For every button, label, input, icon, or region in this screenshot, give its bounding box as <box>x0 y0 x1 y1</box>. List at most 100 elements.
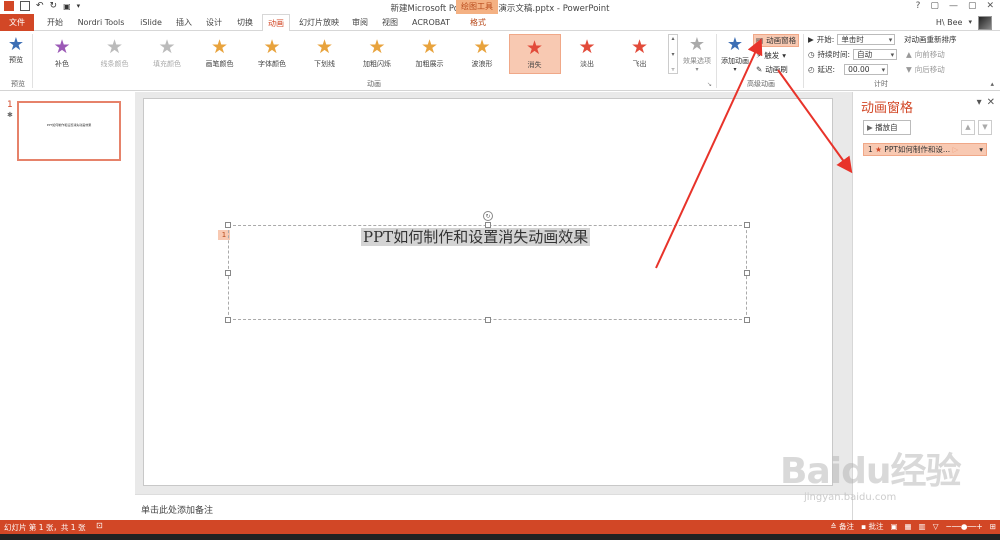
animation-option[interactable]: ★ 飞出 <box>614 34 666 74</box>
tab-acrobat[interactable]: ACROBAT <box>408 14 454 31</box>
divider <box>32 34 33 88</box>
pane-options-icon[interactable]: ▾ <box>977 97 982 108</box>
slide-sorter-icon[interactable]: ▦ <box>905 522 912 531</box>
start-select[interactable]: 单击时 <box>837 34 896 45</box>
play-from-button[interactable]: ▶ 播放自 <box>863 120 911 135</box>
rotate-handle-icon[interactable]: ↻ <box>483 211 493 221</box>
reading-view-icon[interactable]: ▥ <box>919 522 926 531</box>
language-icon[interactable]: ⊡ <box>96 521 103 530</box>
notes-toggle-label: 备注 <box>838 522 854 531</box>
trigger-button[interactable]: ⚡ 触发 ▾ <box>756 50 786 61</box>
move-down-button[interactable]: ▼ <box>978 120 992 135</box>
animation-option[interactable]: ★ 淡出 <box>561 34 613 74</box>
animation-list-item[interactable]: 1 ★ PPT如何制作和设... ▷ ▾ <box>863 143 987 156</box>
animation-option[interactable]: ★ 补色 <box>36 34 88 74</box>
trigger-icon: ⚡ <box>756 51 762 60</box>
scroll-up-icon[interactable]: ▴ <box>669 35 677 42</box>
gallery-scroll[interactable]: ▴ ▾ ▿ <box>668 34 678 74</box>
close-button[interactable]: ✕ <box>986 1 994 11</box>
resize-handle[interactable] <box>744 270 750 276</box>
tab-transitions[interactable]: 切换 <box>230 14 260 31</box>
help-button[interactable]: ? <box>916 1 921 11</box>
slideshow-view-icon[interactable]: ▽ <box>933 522 939 531</box>
move-earlier-button[interactable]: ▲ 向前移动 <box>906 49 945 60</box>
entry-text: PPT如何制作和设... <box>884 145 951 154</box>
move-up-button[interactable]: ▲ <box>961 120 975 135</box>
avatar[interactable] <box>978 15 992 30</box>
animation-option[interactable]: ★ 字体颜色 <box>246 34 298 74</box>
scroll-down-icon[interactable]: ▾ <box>669 51 677 58</box>
duration-field[interactable]: 自动 <box>853 49 898 60</box>
group-label-animation: 动画 <box>367 80 381 88</box>
animation-option[interactable]: ★ 消失 <box>508 34 561 74</box>
ribbon-tabs: 文件 开始 Nordri Tools iSlide 插入 设计 切换 动画 幻灯… <box>0 14 1000 32</box>
tab-insert[interactable]: 插入 <box>170 14 198 31</box>
tab-animations[interactable]: 动画 <box>262 14 290 32</box>
effect-options-button[interactable]: ★ 效果选项 ▾ <box>680 34 714 78</box>
resize-handle[interactable] <box>485 317 491 323</box>
delay-icon: ◴ <box>808 65 815 74</box>
fit-to-window-icon[interactable]: ⊞ <box>990 522 996 531</box>
slide-title-text[interactable]: PPT如何制作和设置消失动画效果 <box>361 228 591 246</box>
tab-nordri-tools[interactable]: Nordri Tools <box>72 14 130 31</box>
resize-handle[interactable] <box>744 222 750 228</box>
resize-handle[interactable] <box>225 317 231 323</box>
animation-star-icon: ★ <box>158 36 176 58</box>
arrow-up-icon: ▲ <box>906 50 912 59</box>
expand-gallery-icon[interactable]: ▿ <box>669 66 677 73</box>
reorder-label: 对动画重新排序 <box>904 35 957 44</box>
zoom-slider[interactable]: −──●──+ <box>946 522 983 531</box>
tab-home[interactable]: 开始 <box>40 14 70 31</box>
animation-option[interactable]: ★ 加粗展示 <box>404 34 456 74</box>
collapse-ribbon-icon[interactable]: ▴ <box>990 80 994 88</box>
thumbnail-text: PPT如何制作和设置消失动画效果 <box>46 123 92 127</box>
animation-pane-button[interactable]: ▤ 动画窗格 <box>753 34 800 47</box>
animation-star-icon: ★ <box>105 36 124 58</box>
user-name[interactable]: H\ Bee <box>936 14 963 31</box>
tab-design[interactable]: 设计 <box>200 14 228 31</box>
add-animation-button[interactable]: ★ 添加动画 ▾ <box>718 34 752 78</box>
tab-file[interactable]: 文件 <box>0 14 34 31</box>
normal-view-icon[interactable]: ▣ <box>890 522 897 531</box>
play-icon: ▶ <box>867 123 873 132</box>
preview-button[interactable]: ★ 预览 <box>4 35 28 75</box>
tab-view[interactable]: 视图 <box>376 14 404 31</box>
animation-option[interactable]: ★ 下划线 <box>299 34 351 74</box>
chevron-down-icon[interactable]: ▾ <box>979 144 983 155</box>
maximize-button[interactable]: ▢ <box>968 1 977 11</box>
title-bar: ↶ ↻ ▣ ▾ 新建Microsoft PowerPoint 演示文稿.pptx… <box>0 0 1000 14</box>
tab-format[interactable]: 格式 <box>458 14 498 31</box>
move-earlier-label: 向前移动 <box>914 50 945 59</box>
user-area: H\ Bee ▾ <box>936 14 992 31</box>
ribbon-display-button[interactable]: ▢ <box>930 1 939 11</box>
title-textbox[interactable]: ↻ PPT如何制作和设置消失动画效果 <box>225 211 750 323</box>
close-icon[interactable]: ✕ <box>987 97 995 108</box>
resize-handle[interactable] <box>744 317 750 323</box>
animation-star-icon: ★ <box>315 36 334 58</box>
notes-placeholder[interactable]: 单击此处添加备注 <box>141 503 213 516</box>
slide-thumbnail[interactable]: PPT如何制作和设置消失动画效果 <box>17 101 121 161</box>
tab-review[interactable]: 审阅 <box>346 14 374 31</box>
effect-options-icon: ★ <box>688 34 706 55</box>
animation-painter-button[interactable]: ✎ 动画刷 <box>756 64 788 75</box>
window-controls: ? ▢ — ▢ ✕ <box>916 1 994 11</box>
animation-option[interactable]: ★ 线条颜色 <box>89 34 141 74</box>
animation-option[interactable]: ★ 波浪形 <box>456 34 508 74</box>
animation-option[interactable]: ★ 填充颜色 <box>141 34 193 74</box>
animation-painter-icon: ✎ <box>756 65 763 74</box>
dialog-launcher-icon[interactable]: ↘ <box>707 81 712 88</box>
resize-handle[interactable] <box>225 222 231 228</box>
slide-canvas[interactable]: 1 ↻ PPT如何制作和设置消失动画效果 <box>143 98 833 486</box>
delay-field[interactable]: 00.00 <box>844 64 889 75</box>
resize-handle[interactable] <box>225 270 231 276</box>
chevron-down-icon[interactable]: ▾ <box>968 14 972 31</box>
minimize-button[interactable]: — <box>949 1 958 11</box>
tab-slideshow[interactable]: 幻灯片放映 <box>294 14 344 31</box>
comments-toggle[interactable]: ▪ 批注 <box>861 521 883 532</box>
tab-islide[interactable]: iSlide <box>134 14 168 31</box>
move-later-button[interactable]: ▼ 向后移动 <box>906 64 945 75</box>
animation-option[interactable]: ★ 加粗闪烁 <box>351 34 403 74</box>
animation-option-label: 下划线 <box>314 60 335 68</box>
animation-option[interactable]: ★ 画笔颜色 <box>194 34 246 74</box>
notes-toggle[interactable]: ≙ 备注 <box>830 521 854 532</box>
